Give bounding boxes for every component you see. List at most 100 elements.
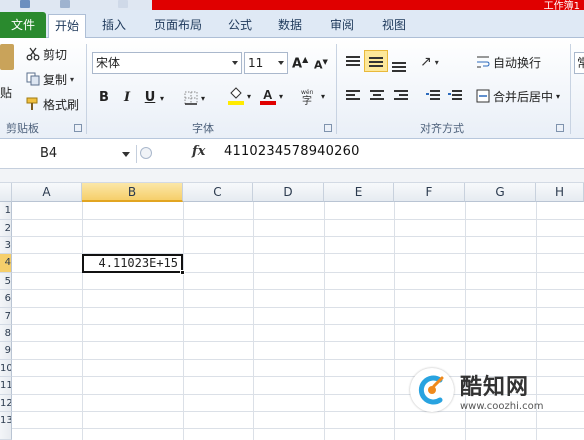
grid-line	[253, 202, 254, 440]
paste-button[interactable]	[0, 44, 14, 84]
font-family-select[interactable]: 宋体	[92, 52, 242, 74]
font-size-select[interactable]: 11	[244, 52, 288, 74]
number-format-select[interactable]: 常	[574, 52, 584, 74]
row-header[interactable]: 5	[0, 273, 12, 290]
column-header-f[interactable]: F	[394, 183, 465, 202]
tab-insert[interactable]: 插入	[94, 14, 134, 38]
font-size-value: 11	[248, 56, 264, 70]
borders-button[interactable]: ▾	[184, 88, 205, 108]
align-right-icon[interactable]	[394, 90, 408, 102]
copy-button[interactable]: 复制 ▾	[26, 69, 74, 89]
name-box[interactable]: B4	[0, 143, 136, 165]
paste-label-button[interactable]: 贴	[0, 82, 12, 102]
tab-data[interactable]: 数据	[272, 14, 308, 38]
tab-view[interactable]: 视图	[376, 14, 412, 38]
column-header-c[interactable]: C	[183, 183, 253, 202]
wrap-text-label: 自动换行	[493, 55, 542, 70]
tab-review[interactable]: 审阅	[324, 14, 360, 38]
copy-label: 复制	[43, 72, 68, 87]
font-color-icon: A	[260, 87, 276, 105]
formula-bar-handle-icon[interactable]	[140, 147, 152, 159]
row-header[interactable]: 12	[0, 395, 12, 412]
scissors-icon	[26, 47, 40, 61]
row-header[interactable]: 7	[0, 308, 12, 325]
merge-cells-icon	[476, 89, 490, 103]
font-launcher-icon[interactable]	[324, 124, 332, 132]
formula-input[interactable]: 4110234578940260	[224, 144, 360, 159]
font-color-button[interactable]: A ▾	[260, 86, 283, 106]
svg-text:wén: wén	[301, 89, 314, 96]
select-all-corner[interactable]	[0, 183, 12, 202]
divider	[136, 145, 137, 163]
copy-dropdown-icon[interactable]: ▾	[70, 75, 74, 84]
align-middle-button[interactable]	[364, 50, 388, 72]
chevron-down-icon	[278, 61, 284, 65]
row-header[interactable]: 8	[0, 325, 12, 342]
italic-button[interactable]: I	[119, 88, 135, 108]
chevron-down-icon: ▾	[321, 91, 326, 101]
align-top-icon[interactable]	[346, 56, 360, 68]
active-cell-b4[interactable]: 4.11023E+15	[82, 254, 183, 273]
fill-bucket-icon	[228, 87, 244, 105]
bold-button[interactable]: B	[96, 88, 112, 108]
column-header-h[interactable]: H	[536, 183, 584, 202]
underline-dropdown-icon[interactable]: ▾	[160, 94, 164, 103]
increase-font-size-button[interactable]: A▲	[292, 53, 308, 73]
customize-quick-access-icon[interactable]	[118, 0, 128, 8]
fill-color-button[interactable]: ▾	[228, 86, 251, 106]
wrap-text-button[interactable]: 自动换行	[476, 52, 541, 72]
cut-button[interactable]: 剪切	[26, 44, 67, 64]
font-family-value: 宋体	[96, 56, 121, 70]
grid-line	[12, 341, 584, 342]
increase-indent-icon[interactable]	[448, 90, 462, 102]
column-header-a[interactable]: A	[12, 183, 82, 202]
row-header[interactable]: 1	[0, 202, 12, 220]
row-header[interactable]: 6	[0, 290, 12, 308]
insert-function-icon[interactable]: fx	[192, 144, 205, 159]
merge-center-button[interactable]: 合并后居中 ▾	[476, 86, 560, 106]
tab-formulas[interactable]: 公式	[222, 14, 258, 38]
border-icon	[184, 91, 198, 105]
alignment-group-label: 对齐方式	[420, 122, 464, 135]
format-painter-button[interactable]: 格式刷	[26, 94, 79, 114]
grid-line	[183, 202, 184, 440]
number-format-value: 常	[577, 56, 584, 70]
row-header[interactable]: 11	[0, 377, 12, 395]
column-header-b[interactable]: B	[82, 183, 183, 202]
clipboard-launcher-icon[interactable]	[74, 124, 82, 132]
format-painter-icon	[26, 97, 40, 111]
phonetic-guide-button[interactable]: wén 字 ▾	[300, 86, 326, 107]
decrease-indent-icon[interactable]	[426, 90, 440, 102]
row-header[interactable]: 3	[0, 237, 12, 254]
row-header[interactable]: 10	[0, 360, 12, 377]
tab-page-layout[interactable]: 页面布局	[146, 14, 210, 38]
column-header-d[interactable]: D	[253, 183, 324, 202]
formula-bar-gap	[0, 169, 584, 183]
group-divider	[570, 44, 571, 134]
align-left-icon[interactable]	[346, 90, 360, 102]
alignment-launcher-icon[interactable]	[556, 124, 564, 132]
row-header[interactable]: 13	[0, 412, 12, 440]
grid-line	[12, 324, 584, 325]
column-header-g[interactable]: G	[465, 183, 536, 202]
title-bar: 工作簿1	[0, 0, 584, 12]
row-header[interactable]: 9	[0, 342, 12, 360]
row-header[interactable]: 2	[0, 220, 12, 237]
tab-home[interactable]: 开始	[48, 14, 86, 39]
align-center-icon[interactable]	[370, 90, 384, 102]
tab-file[interactable]: 文件	[0, 12, 46, 38]
undo-icon[interactable]	[60, 0, 70, 8]
decrease-font-size-button[interactable]: A▼	[314, 55, 328, 75]
save-icon[interactable]	[20, 0, 30, 8]
orientation-button[interactable]: ↗ ▾	[420, 52, 439, 72]
chevron-down-icon: ▾	[434, 57, 439, 67]
align-middle-icon	[369, 55, 383, 67]
underline-button[interactable]: U	[142, 88, 158, 108]
grid-line	[12, 219, 584, 220]
fill-handle[interactable]	[180, 270, 185, 275]
row-header[interactable]: 4	[0, 254, 12, 273]
align-bottom-icon[interactable]	[392, 58, 406, 72]
column-header-e[interactable]: E	[324, 183, 394, 202]
watermark-title: 酷知网	[460, 374, 530, 400]
formula-bar: B4 fx 4110234578940260	[0, 139, 584, 169]
